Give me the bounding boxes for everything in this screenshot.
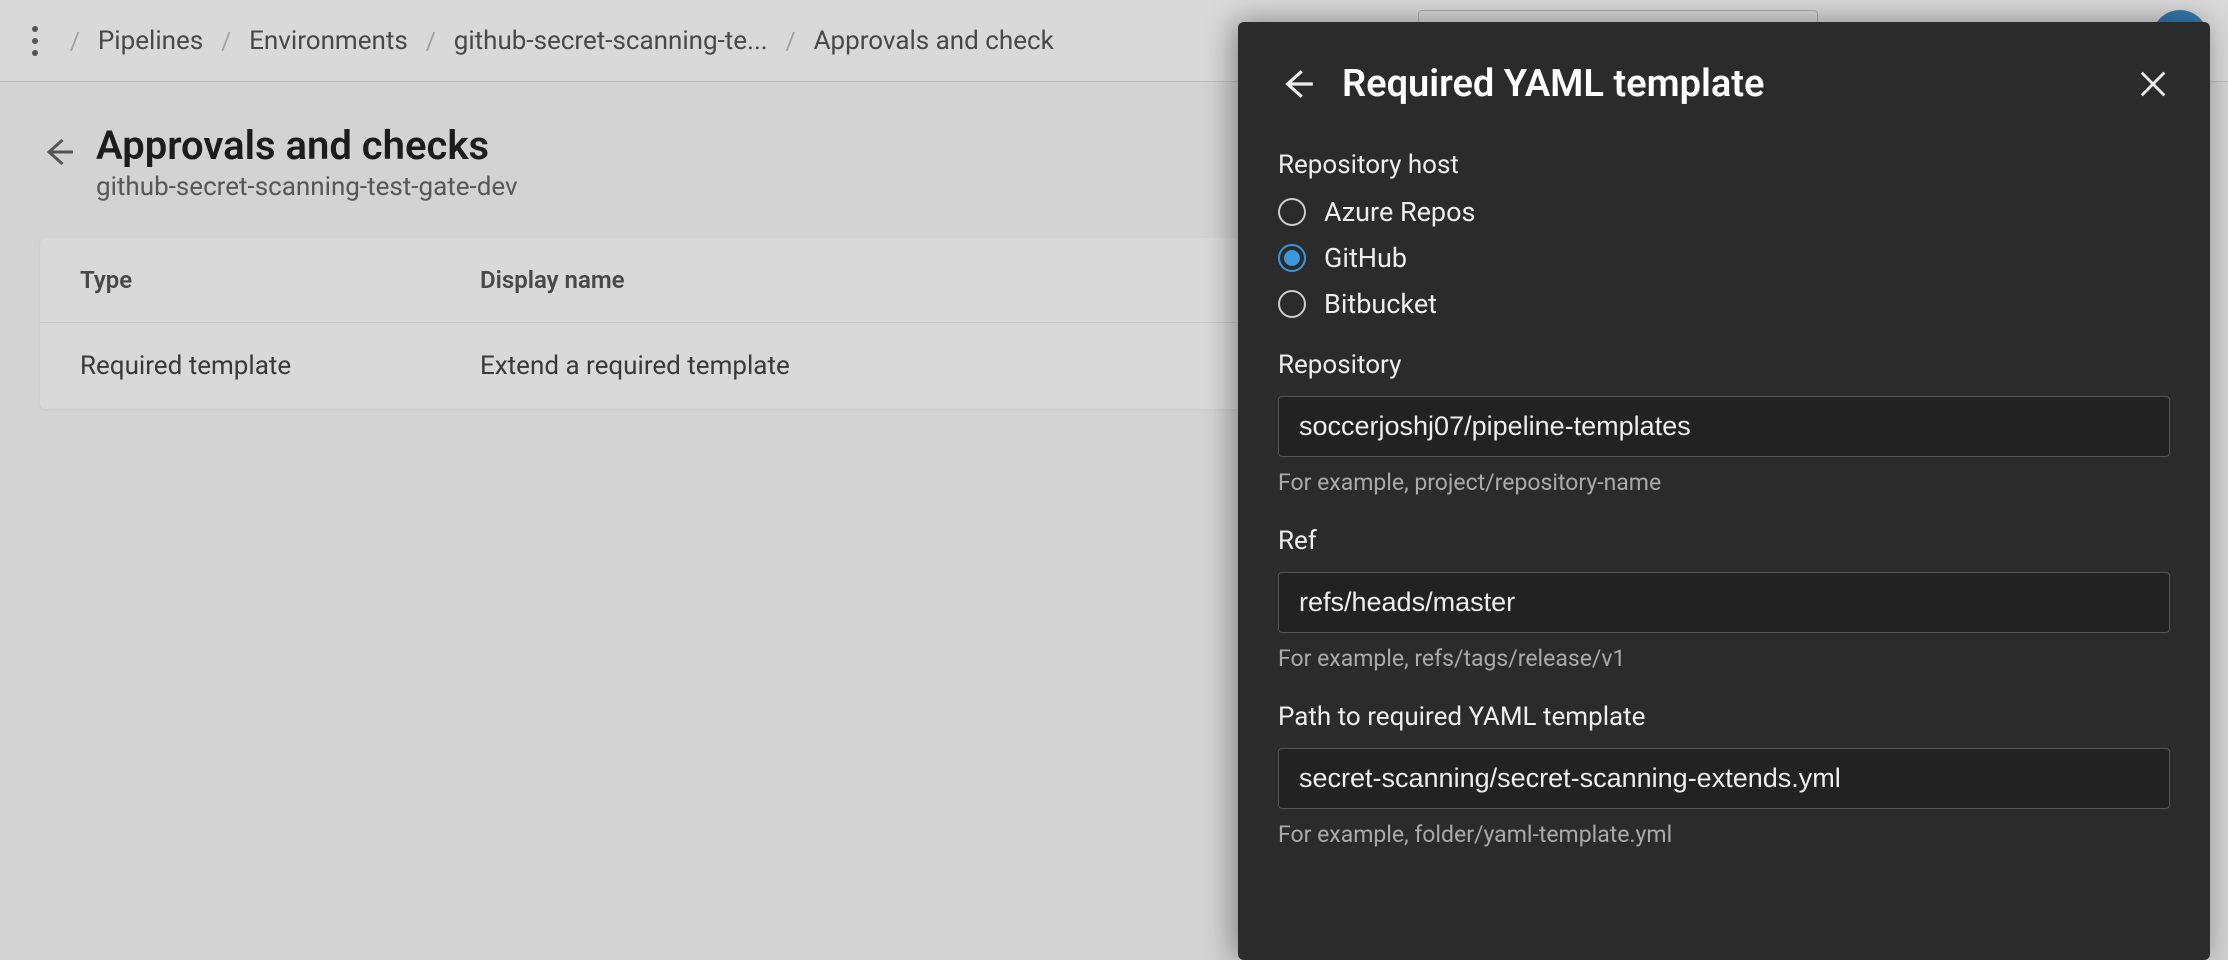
page-title: Approvals and checks <box>96 122 518 170</box>
radio-label: Bitbucket <box>1324 288 1437 320</box>
side-panel: Required YAML template Repository host A… <box>1238 22 2210 960</box>
back-arrow-icon[interactable] <box>40 134 76 170</box>
panel-back-icon[interactable] <box>1278 65 1316 103</box>
separator-icon: / <box>786 27 796 55</box>
radio-icon <box>1278 198 1306 226</box>
radio-label: Azure Repos <box>1324 196 1475 228</box>
repository-input[interactable] <box>1278 396 2170 457</box>
breadcrumb-pipelines[interactable]: Pipelines <box>98 26 203 56</box>
radio-bitbucket[interactable]: Bitbucket <box>1278 288 2170 320</box>
kebab-menu-icon[interactable] <box>20 21 50 61</box>
panel-header: Required YAML template <box>1278 62 2170 106</box>
separator-icon: / <box>70 27 80 55</box>
col-type: Type <box>80 266 480 294</box>
radio-github[interactable]: GitHub <box>1278 242 2170 274</box>
breadcrumb-gate[interactable]: github-secret-scanning-te... <box>454 26 768 56</box>
separator-icon: / <box>426 27 436 55</box>
close-icon[interactable] <box>2136 67 2170 101</box>
radio-label: GitHub <box>1324 242 1407 274</box>
breadcrumb-approvals[interactable]: Approvals and check <box>814 26 1054 56</box>
ref-label: Ref <box>1278 526 2170 556</box>
radio-icon <box>1278 244 1306 272</box>
cell-type: Required template <box>80 351 480 381</box>
path-input[interactable] <box>1278 748 2170 809</box>
path-label: Path to required YAML template <box>1278 702 2170 732</box>
panel-title: Required YAML template <box>1342 62 2110 106</box>
repo-host-label: Repository host <box>1278 150 2170 180</box>
radio-azure-repos[interactable]: Azure Repos <box>1278 196 2170 228</box>
ref-input[interactable] <box>1278 572 2170 633</box>
ref-hint: For example, refs/tags/release/v1 <box>1278 645 2170 672</box>
path-hint: For example, folder/yaml-template.yml <box>1278 821 2170 848</box>
repository-hint: For example, project/repository-name <box>1278 469 2170 496</box>
repository-label: Repository <box>1278 350 2170 380</box>
breadcrumb-environments[interactable]: Environments <box>249 26 408 56</box>
radio-icon <box>1278 290 1306 318</box>
breadcrumb: / Pipelines / Environments / github-secr… <box>70 26 1054 56</box>
page-subtitle: github-secret-scanning-test-gate-dev <box>96 172 518 202</box>
repo-host-radio-group: Azure Repos GitHub Bitbucket <box>1278 196 2170 320</box>
separator-icon: / <box>221 27 231 55</box>
